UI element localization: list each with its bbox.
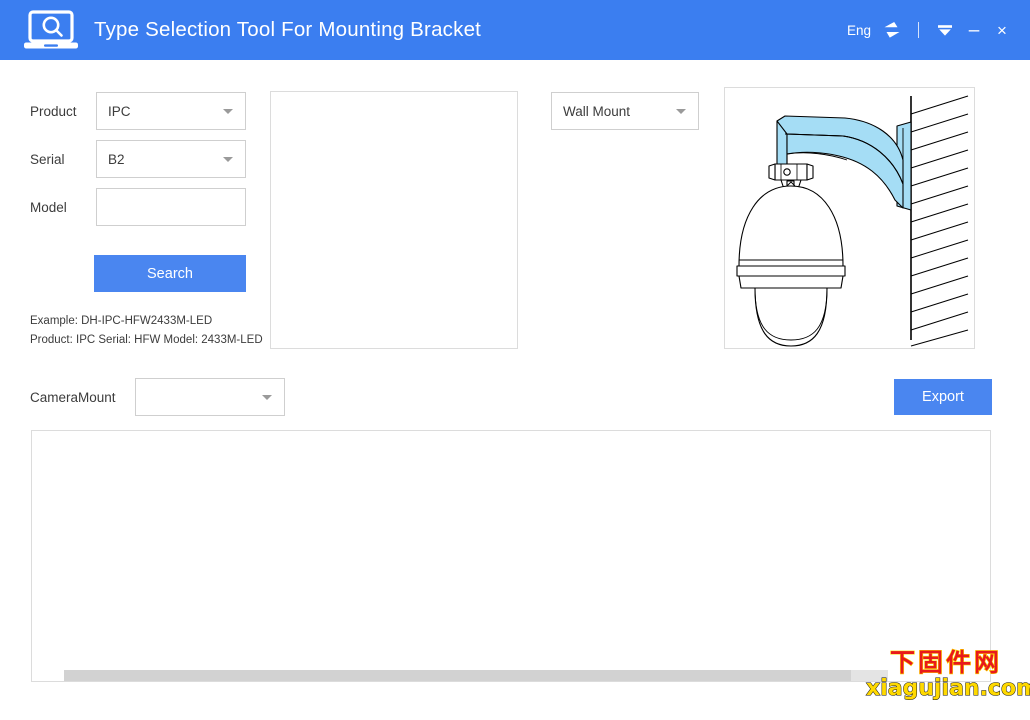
close-button[interactable]: × — [988, 15, 1016, 45]
mount-type-select-value: Wall Mount — [563, 103, 631, 119]
titlebar-divider — [918, 22, 919, 38]
language-label[interactable]: Eng — [841, 23, 877, 38]
product-select[interactable]: IPC — [96, 92, 246, 130]
app-title: Type Selection Tool For Mounting Bracket — [94, 18, 482, 41]
app-logo-icon — [22, 8, 80, 52]
camera-mount-label: CameraMount — [30, 389, 116, 405]
chevron-down-icon — [223, 157, 233, 162]
app-window: Type Selection Tool For Mounting Bracket… — [0, 0, 1030, 720]
mount-type-select[interactable]: Wall Mount — [551, 92, 699, 130]
search-results-panel[interactable] — [270, 91, 518, 349]
model-row: Model — [30, 188, 246, 226]
minimize-button[interactable]: – — [960, 15, 988, 45]
camera-mount-row: CameraMount — [30, 378, 285, 416]
ptz-dome-camera-wall-mount-illustration — [736, 95, 969, 347]
serial-select-value: B2 — [108, 151, 125, 167]
horizontal-scrollbar-thumb[interactable] — [64, 670, 851, 681]
export-button[interactable]: Export — [894, 379, 992, 415]
title-bar-controls: Eng – × — [841, 0, 1016, 60]
horizontal-scrollbar[interactable] — [64, 670, 888, 681]
product-row: Product IPC — [30, 92, 246, 130]
product-select-value: IPC — [108, 103, 131, 119]
title-bar: Type Selection Tool For Mounting Bracket… — [0, 0, 1030, 60]
serial-select[interactable]: B2 — [96, 140, 246, 178]
example-line-2: Product: IPC Serial: HFW Model: 2433M-LE… — [30, 334, 263, 346]
minimize-to-tray-icon[interactable] — [930, 15, 960, 45]
example-line-1: Example: DH-IPC-HFW2433M-LED — [30, 315, 213, 327]
chevron-down-icon — [223, 109, 233, 114]
model-input[interactable] — [96, 188, 246, 226]
mount-preview-panel — [724, 87, 975, 349]
chevron-down-icon — [676, 109, 686, 114]
camera-mount-select[interactable] — [135, 378, 285, 416]
model-label: Model — [30, 199, 67, 215]
serial-row: Serial B2 — [30, 140, 246, 178]
results-table-panel[interactable] — [31, 430, 991, 682]
product-label: Product — [30, 103, 77, 119]
search-button[interactable]: Search — [94, 255, 246, 292]
swap-arrows-icon[interactable] — [877, 15, 907, 45]
chevron-down-icon — [262, 395, 272, 400]
serial-label: Serial — [30, 151, 65, 167]
